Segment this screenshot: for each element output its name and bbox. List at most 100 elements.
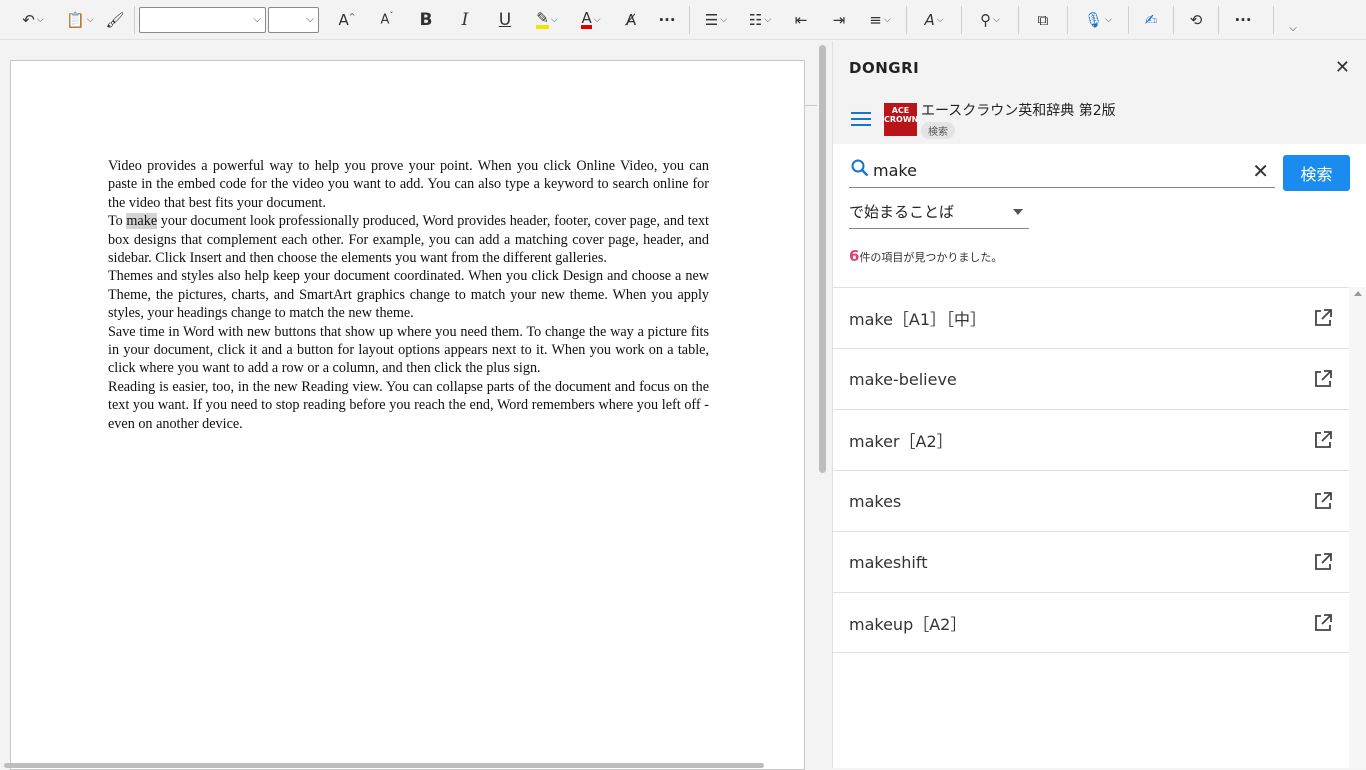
result-label: maker［A2］ bbox=[849, 432, 953, 451]
selected-word[interactable]: make bbox=[126, 213, 158, 230]
font-size-dropdown[interactable]: ⌵ bbox=[268, 6, 319, 33]
more-font-options-button[interactable]: ··· bbox=[649, 5, 685, 35]
bullets-button[interactable]: ☰ ⌵ bbox=[694, 5, 738, 35]
align-icon: ≡ bbox=[869, 10, 882, 29]
result-item[interactable]: make［A1］［中］ bbox=[833, 287, 1349, 348]
open-external-icon[interactable] bbox=[1313, 491, 1333, 511]
chevron-down-icon: ⌵ bbox=[253, 14, 261, 25]
format-painter-button[interactable]: 🖌 bbox=[100, 5, 130, 35]
indent-icon: ⇥ bbox=[832, 10, 846, 29]
clear-format-icon: A̸ bbox=[625, 10, 637, 29]
clear-formatting-button[interactable]: A̸ bbox=[613, 5, 649, 35]
toolbar-separator bbox=[1018, 5, 1019, 34]
result-label: makeshift bbox=[849, 552, 928, 572]
paragraph: Reading is easier, too, in the new Readi… bbox=[108, 378, 709, 433]
font-name-dropdown[interactable]: ⌵ bbox=[139, 6, 266, 33]
search-button[interactable]: 検索 bbox=[1283, 155, 1350, 191]
document-body[interactable]: Video provides a powerful way to help yo… bbox=[108, 157, 709, 433]
microphone-icon: 🎙 bbox=[1084, 10, 1104, 29]
result-label: makes bbox=[849, 491, 902, 511]
search-input[interactable]: make ✕ bbox=[849, 154, 1275, 188]
page-margin-mark bbox=[805, 105, 817, 106]
toolbar-separator bbox=[1218, 5, 1219, 34]
bold-button[interactable]: B bbox=[407, 5, 445, 35]
paragraph-text: Video provides a powerful way to help yo… bbox=[108, 158, 709, 211]
addin-button[interactable]: ⟲ bbox=[1178, 5, 1214, 35]
open-external-icon[interactable] bbox=[1313, 369, 1333, 389]
toolbar-separator bbox=[689, 5, 690, 34]
italic-button[interactable]: I bbox=[445, 5, 485, 35]
toolbar-separator bbox=[134, 5, 135, 34]
ribbon-toolbar: ↶ ⌵ 📋 ⌵ 🖌 ⌵ ⌵ A^ Aˇ B I U ✎ ⌵ A ⌵ A̸ ··· ☰ ⌵ … bbox=[0, 0, 1366, 40]
result-label: makeup［A2］ bbox=[849, 614, 967, 634]
result-count: 6件の項目が見つかりました。 bbox=[849, 247, 1002, 265]
numbering-button[interactable]: ☷ ⌵ bbox=[738, 5, 782, 35]
styles-button[interactable]: A ⌵ bbox=[911, 5, 957, 35]
open-external-icon[interactable] bbox=[1313, 613, 1333, 633]
chevron-down-icon: ⌵ bbox=[1289, 23, 1297, 34]
shrink-font-button[interactable]: Aˇ bbox=[367, 5, 407, 35]
chevron-down-icon: ⌵ bbox=[593, 14, 601, 25]
open-external-icon[interactable] bbox=[1313, 552, 1333, 572]
expand-ribbon-button[interactable]: ⌵ bbox=[1278, 14, 1308, 44]
reader-icon: ⧉ bbox=[1037, 10, 1049, 29]
logo-text: ACE bbox=[891, 105, 910, 115]
bullet-list-icon: ☰ bbox=[704, 10, 719, 29]
undo-button[interactable]: ↶ ⌵ bbox=[14, 5, 52, 35]
result-item[interactable]: make-believe bbox=[833, 348, 1349, 409]
result-item[interactable]: makeup［A2］ bbox=[833, 592, 1349, 653]
editor-pen-icon: ✍ bbox=[1144, 10, 1158, 29]
document-page[interactable]: Video provides a powerful way to help yo… bbox=[10, 60, 805, 770]
dictate-button[interactable]: 🎙 ⌵ bbox=[1072, 5, 1124, 35]
grow-font-icon: A^ bbox=[338, 10, 356, 29]
shrink-font-icon: Aˇ bbox=[380, 11, 394, 28]
increase-indent-button[interactable]: ⇥ bbox=[820, 5, 858, 35]
result-item[interactable]: makes bbox=[833, 470, 1349, 531]
find-button[interactable]: ⚲ ⌵ bbox=[966, 5, 1014, 35]
result-item[interactable]: maker［A2］ bbox=[833, 409, 1349, 470]
open-external-icon[interactable] bbox=[1313, 308, 1333, 328]
chevron-down-icon: ⌵ bbox=[86, 14, 94, 25]
search-value[interactable]: make bbox=[873, 161, 1252, 180]
horizontal-scrollbar[interactable] bbox=[4, 763, 764, 768]
grow-font-button[interactable]: A^ bbox=[327, 5, 367, 35]
underline-button[interactable]: U bbox=[485, 5, 525, 35]
highlight-color-button[interactable]: ✎ ⌵ bbox=[525, 5, 569, 35]
chevron-down-icon: ⌵ bbox=[1105, 14, 1112, 25]
paragraph-text: your document look professionally produc… bbox=[108, 213, 709, 267]
dictionary-badge: 検索 bbox=[921, 121, 955, 139]
panel-scrollbar[interactable] bbox=[1349, 287, 1366, 768]
result-item[interactable]: makeshift bbox=[833, 531, 1349, 592]
dropdown-arrow-icon bbox=[1013, 208, 1023, 215]
toolbar-separator bbox=[1067, 5, 1068, 34]
result-label: make［A1］［中］ bbox=[849, 310, 987, 329]
search-icon bbox=[851, 159, 869, 182]
editor-button[interactable]: ✍ bbox=[1133, 5, 1169, 35]
paragraph: Video provides a powerful way to help yo… bbox=[108, 157, 709, 212]
result-count-text: 件の項目が見つかりました。 bbox=[859, 251, 1003, 264]
clear-search-icon[interactable]: ✕ bbox=[1252, 159, 1269, 183]
close-icon[interactable]: ✕ bbox=[1335, 57, 1350, 78]
immersive-reader-button[interactable]: ⧉ bbox=[1023, 5, 1063, 35]
vertical-scrollbar[interactable] bbox=[819, 45, 826, 473]
decrease-indent-button[interactable]: ⇤ bbox=[782, 5, 820, 35]
scroll-up-arrow-icon[interactable] bbox=[1354, 291, 1362, 296]
align-button[interactable]: ≡ ⌵ bbox=[858, 5, 902, 35]
open-external-icon[interactable] bbox=[1313, 430, 1333, 450]
paragraph-text: To bbox=[108, 213, 127, 230]
styles-icon: A bbox=[924, 10, 935, 29]
numbered-list-icon: ☷ bbox=[748, 10, 763, 29]
toolbar-separator bbox=[961, 5, 962, 34]
result-label: make-believe bbox=[849, 369, 957, 389]
panel-title: DONGRI bbox=[849, 58, 920, 77]
addin-icon: ⟲ bbox=[1189, 10, 1203, 29]
font-color-button[interactable]: A ⌵ bbox=[569, 5, 613, 35]
paste-button[interactable]: 📋 ⌵ bbox=[60, 5, 100, 35]
hamburger-menu-icon[interactable] bbox=[851, 112, 871, 126]
result-count-number: 6 bbox=[849, 247, 860, 265]
chevron-down-icon: ⌵ bbox=[883, 14, 891, 25]
search-mode-select[interactable]: で始まることば bbox=[849, 195, 1029, 229]
dongri-panel: DONGRI ✕ ACE CROWN エースクラウン英和辞典 第2版 検索 ma… bbox=[832, 41, 1366, 768]
chevron-down-icon: ⌵ bbox=[36, 14, 44, 25]
more-options-button[interactable]: ··· bbox=[1223, 5, 1263, 35]
